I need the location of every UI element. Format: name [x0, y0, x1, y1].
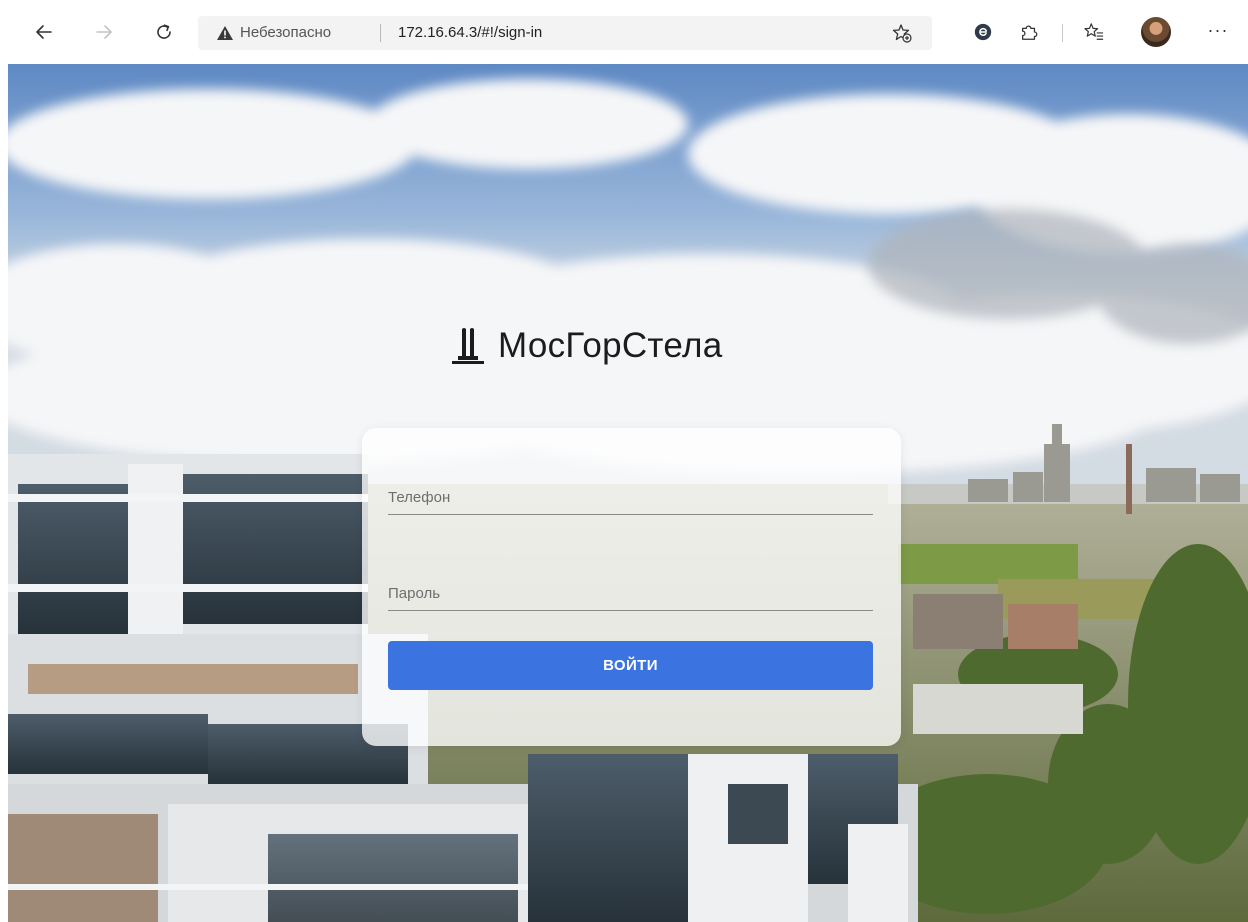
address-divider: [380, 24, 381, 42]
password-field: [388, 577, 873, 611]
sign-in-button[interactable]: ВОЙТИ: [388, 641, 873, 690]
address-bar[interactable]: Небезопасно 172.16.64.3/#!/sign-in: [198, 16, 932, 50]
extension-e-icon: [974, 23, 992, 41]
reload-button[interactable]: [152, 20, 176, 44]
arrow-right-icon: [96, 25, 112, 39]
sign-in-page: МосГорСтела ВОЙТИ: [8, 64, 1248, 922]
extensions-button[interactable]: [1018, 21, 1040, 43]
warning-triangle-icon[interactable]: [216, 25, 234, 41]
reload-icon: [157, 24, 171, 39]
password-input[interactable]: [388, 577, 873, 610]
puzzle-icon: [1022, 25, 1038, 40]
back-button[interactable]: [32, 20, 56, 44]
stela-monument-icon: [452, 328, 484, 364]
brand-name: МосГорСтела: [498, 326, 723, 365]
profile-avatar[interactable]: [1141, 17, 1171, 47]
favorites-button[interactable]: [1083, 21, 1105, 43]
star-plus-icon[interactable]: [892, 23, 912, 43]
url-text[interactable]: 172.16.64.3/#!/sign-in: [398, 24, 542, 41]
login-card: ВОЙТИ: [362, 428, 901, 746]
forward-button[interactable]: [92, 20, 116, 44]
extension-button[interactable]: [972, 21, 994, 43]
arrow-left-icon: [36, 25, 52, 39]
browser-toolbar: Небезопасно 172.16.64.3/#!/sign-in ···: [0, 0, 1248, 64]
more-dots-icon[interactable]: ···: [1206, 20, 1230, 44]
phone-input[interactable]: [388, 481, 873, 514]
phone-field: [388, 481, 873, 515]
favorites-list-icon: [1084, 23, 1104, 40]
security-status-label[interactable]: Небезопасно: [240, 24, 331, 41]
brand-logo: МосГорСтела: [450, 317, 722, 375]
toolbar-divider: [1062, 24, 1063, 42]
